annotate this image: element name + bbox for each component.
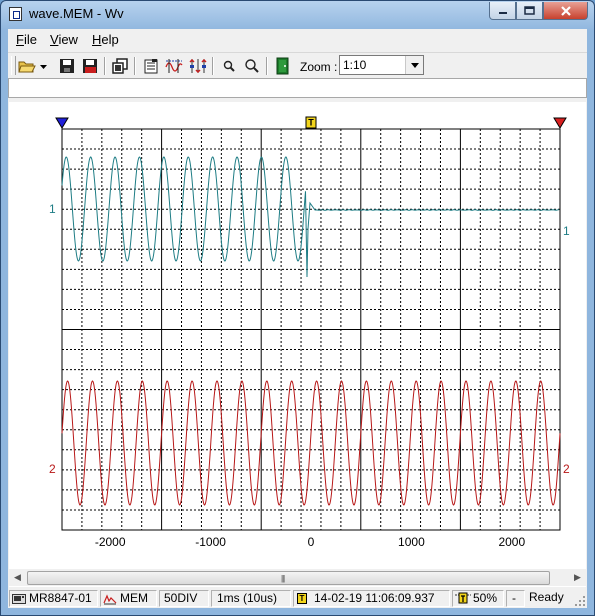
status-mode: MEM	[100, 590, 157, 607]
ch1-label-left: 1	[49, 202, 56, 216]
app-window: wave.MEM - Wv File View Help Zoom: 1:10…	[0, 0, 595, 616]
trigger-marker[interactable]: T	[305, 116, 317, 129]
wave-mode-icon	[103, 594, 117, 605]
scroll-left-icon[interactable]: ◀	[9, 569, 26, 586]
save-icon	[60, 59, 74, 73]
minimize-button[interactable]	[489, 2, 516, 20]
toolbar-separator	[134, 57, 136, 75]
open-button[interactable]	[17, 57, 49, 75]
zoom-value: 1:10	[343, 58, 367, 72]
status-dash: -	[506, 590, 525, 607]
minimize-icon	[498, 11, 507, 14]
resize-grip-icon[interactable]	[574, 595, 586, 607]
x-tick-label: -2000	[95, 535, 126, 549]
save-as-button[interactable]	[80, 57, 100, 75]
scrollbar-thumb[interactable]: |||	[27, 571, 550, 585]
maximize-button[interactable]	[516, 2, 543, 20]
cursor-icon	[165, 59, 183, 73]
toolbar-separator	[212, 57, 214, 75]
toolbar-separator	[104, 57, 106, 75]
channel-settings-icon	[189, 58, 207, 74]
x-tick-label: -1000	[195, 535, 226, 549]
title-bar[interactable]: wave.MEM - Wv	[1, 1, 594, 27]
zoom-out-icon	[245, 59, 259, 73]
end-marker[interactable]	[553, 117, 567, 129]
scroll-right-icon[interactable]: ▶	[569, 569, 586, 586]
save-button[interactable]	[57, 57, 77, 75]
grid	[61, 128, 561, 531]
menu-help[interactable]: Help	[92, 32, 119, 47]
cursor-button[interactable]	[164, 57, 184, 75]
x-tick-label: 2000	[498, 535, 525, 549]
copy-button[interactable]	[110, 57, 130, 75]
device-icon	[12, 594, 26, 604]
ch1-label-right: 1	[563, 224, 570, 238]
status-bar: MR8847-01 MEM 50DIV 1ms (10us) T 14-02-1…	[8, 589, 587, 608]
exit-icon	[276, 57, 289, 75]
status-trigger-time: T 14-02-19 11:06:09.937	[293, 590, 450, 607]
zoom-out-button[interactable]	[242, 57, 262, 75]
menu-file[interactable]: File	[16, 32, 37, 47]
app-icon[interactable]	[9, 7, 22, 21]
ch2-label-right: 2	[563, 462, 570, 476]
status-length: 50DIV	[159, 590, 209, 607]
status-timebase: 1ms (10us)	[211, 590, 291, 607]
properties-button[interactable]	[141, 57, 161, 75]
exit-button[interactable]	[273, 57, 293, 75]
open-icon	[18, 61, 47, 73]
trigger-status-icon: T	[297, 593, 307, 604]
status-device: MR8847-01	[9, 590, 98, 607]
chevron-down-icon[interactable]	[405, 56, 423, 74]
menu-bar: File View Help	[8, 29, 587, 49]
pretrigger-icon	[455, 592, 471, 604]
status-pretrigger: 50%	[452, 590, 504, 607]
x-tick-label: 1000	[398, 535, 425, 549]
start-marker[interactable]	[55, 117, 69, 129]
zoom-in-button[interactable]	[219, 57, 239, 75]
client-area: File View Help Zoom: 1:10 T 1 1 2 2 -20…	[8, 29, 587, 608]
window-title: wave.MEM - Wv	[29, 6, 124, 21]
zoom-in-icon	[223, 60, 235, 72]
info-bar	[8, 78, 587, 98]
properties-icon	[144, 59, 158, 74]
waveform-plot[interactable]: T 1 1 2 2 -2000 -1000 0 1000 2000	[9, 102, 586, 567]
x-tick-label: 0	[308, 535, 315, 549]
grip-icon: |||	[281, 574, 285, 583]
trigger-marker-label: T	[308, 118, 314, 128]
ch2-label-left: 2	[49, 462, 56, 476]
close-icon	[560, 5, 571, 16]
channel-settings-button[interactable]	[188, 57, 208, 75]
close-button[interactable]	[543, 2, 588, 20]
zoom-label: Zoom :	[300, 60, 338, 74]
toolbar: Zoom :	[8, 52, 587, 79]
toolbar-grip[interactable]	[11, 56, 16, 75]
menu-view[interactable]: View	[50, 32, 78, 47]
toolbar-separator	[266, 57, 268, 75]
maximize-icon	[524, 6, 535, 15]
copy-icon	[112, 58, 128, 74]
save-as-icon	[83, 59, 97, 73]
waveform-view[interactable]: T 1 1 2 2 -2000 -1000 0 1000 2000	[9, 102, 586, 587]
horizontal-scrollbar[interactable]: ◀ ||| ▶	[8, 569, 587, 586]
zoom-select[interactable]: 1:10	[339, 55, 424, 75]
